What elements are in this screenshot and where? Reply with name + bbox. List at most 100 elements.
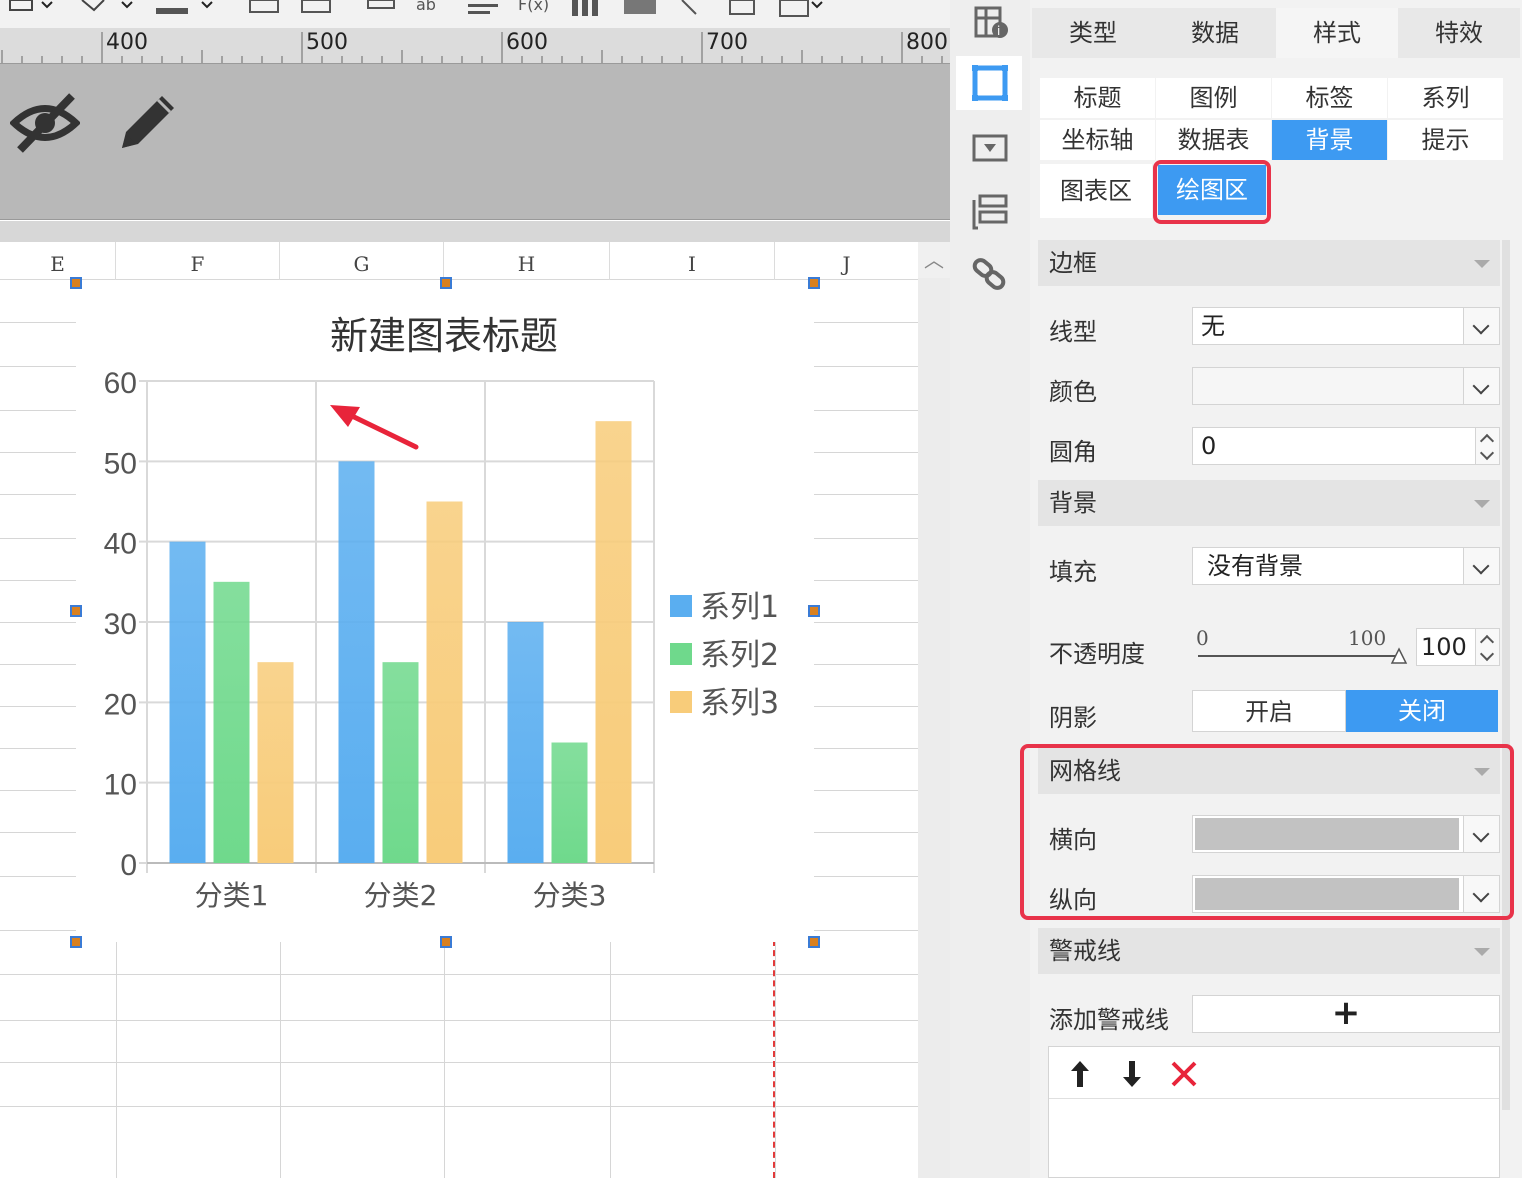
page-break-line	[773, 940, 775, 1178]
column-header-h[interactable]: H	[444, 242, 610, 280]
chart-title[interactable]: 新建图表标题	[330, 314, 558, 358]
resize-handle[interactable]	[808, 936, 820, 948]
shadow-off-button[interactable]: 关闭	[1346, 690, 1498, 732]
chevron-down-icon[interactable]	[1463, 368, 1499, 404]
opacity-value: 100	[1421, 633, 1467, 661]
section-background[interactable]: 背景	[1038, 480, 1500, 526]
grid-col-line	[610, 940, 611, 1178]
collapse-caret-icon[interactable]	[1474, 500, 1490, 508]
subtab-background[interactable]: 背景	[1272, 120, 1387, 160]
border-color-label: 颜色	[1049, 378, 1097, 406]
column-header-row: E F G H I J	[0, 242, 918, 280]
ruler: 400 500 600 700 800	[0, 28, 950, 64]
section-warning-title: 警戒线	[1049, 937, 1121, 965]
collapse-caret-icon[interactable]	[1474, 260, 1490, 268]
layout-icon[interactable]	[962, 186, 1018, 236]
column-header-i[interactable]: I	[610, 242, 775, 280]
highlight-box-gridlines	[1020, 744, 1514, 920]
resize-handle[interactable]	[808, 277, 820, 289]
grid-col-line	[775, 940, 776, 1178]
resize-handle[interactable]	[808, 605, 820, 617]
opacity-min: 0	[1196, 626, 1209, 650]
grid-col-line	[280, 940, 281, 1178]
legend-label[interactable]: 系列1	[700, 590, 779, 625]
subtab-tooltip[interactable]: 提示	[1388, 120, 1503, 160]
bar-3-1[interactable]	[257, 662, 294, 863]
opacity-max: 100	[1348, 626, 1387, 650]
chart-style-icon[interactable]	[962, 58, 1018, 108]
subtab-series[interactable]: 系列	[1388, 78, 1503, 118]
fill-select[interactable]: 没有背景	[1192, 547, 1500, 585]
tab-data[interactable]: 数据	[1154, 8, 1276, 58]
chart-object[interactable]: 新建图表标题 0 10 20 30 40 50 60 分类1 分类2 分类3 系列1 系列2 系列3	[76, 283, 814, 942]
bar-1-2[interactable]	[338, 461, 375, 863]
chevron-down-icon[interactable]	[1463, 548, 1499, 584]
resize-handle[interactable]	[70, 936, 82, 948]
opacity-label: 不透明度	[1049, 640, 1145, 668]
scroll-up-button[interactable]: ︿	[918, 242, 950, 278]
line-type-select[interactable]: 无	[1192, 307, 1500, 345]
bar-2-2[interactable]	[382, 662, 419, 863]
cell-info-icon[interactable]: i	[962, 0, 1018, 50]
fill-label: 填充	[1049, 558, 1097, 586]
tab-type[interactable]: 类型	[1032, 8, 1154, 58]
section-warning-line[interactable]: 警戒线	[1038, 928, 1500, 974]
y-tick-label: 0	[120, 849, 137, 882]
tab-chart-area[interactable]: 图表区	[1040, 164, 1152, 218]
subtab-title[interactable]: 标题	[1040, 78, 1155, 118]
bar-chart[interactable]: 新建图表标题 0 10 20 30 40 50 60 分类1 分类2 分类3 系列1 系列2 系列3	[76, 283, 814, 942]
subtab-axis[interactable]: 坐标轴	[1040, 120, 1155, 160]
tab-effects[interactable]: 特效	[1398, 8, 1520, 58]
subtab-datatable[interactable]: 数据表	[1156, 120, 1271, 160]
link-icon[interactable]	[962, 250, 1018, 300]
subtab-legend[interactable]: 图例	[1156, 78, 1271, 118]
ruler-mark: 400	[106, 30, 148, 55]
subtab-label[interactable]: 标签	[1272, 78, 1387, 118]
stepper-arrows-icon[interactable]	[1475, 629, 1499, 665]
legend-label[interactable]: 系列2	[700, 638, 779, 673]
bar-3-2[interactable]	[426, 501, 463, 864]
pencil-edit-icon[interactable]	[112, 90, 182, 156]
section-border[interactable]: 边框	[1038, 240, 1500, 286]
stepper-arrows-icon[interactable]	[1475, 428, 1499, 464]
shadow-label: 阴影	[1049, 704, 1097, 732]
bar-2-1[interactable]	[213, 581, 250, 863]
shadow-on-button[interactable]: 开启	[1192, 690, 1346, 732]
bar-2-3[interactable]	[551, 742, 588, 864]
border-color-picker[interactable]	[1192, 367, 1500, 405]
delete-icon[interactable]	[1169, 1059, 1199, 1089]
corner-radius-value: 0	[1201, 432, 1217, 460]
tab-style[interactable]: 样式	[1276, 8, 1398, 58]
legend-label[interactable]: 系列3	[700, 686, 779, 721]
resize-handle[interactable]	[70, 277, 82, 289]
opacity-stepper[interactable]: 100	[1416, 628, 1500, 666]
move-up-icon[interactable]	[1067, 1059, 1093, 1089]
x-tick-label: 分类3	[533, 879, 607, 912]
resize-handle[interactable]	[440, 277, 452, 289]
chevron-down-icon[interactable]	[1463, 308, 1499, 344]
column-header-j[interactable]: J	[775, 242, 918, 280]
bar-1-3[interactable]	[507, 622, 544, 863]
panel-scrollbar[interactable]	[1502, 240, 1510, 1110]
bar-1-1[interactable]	[169, 541, 206, 863]
move-down-icon[interactable]	[1119, 1059, 1145, 1089]
slider-thumb-icon[interactable]	[1390, 647, 1408, 665]
collapse-caret-icon[interactable]	[1474, 948, 1490, 956]
hide-eye-icon[interactable]	[10, 90, 80, 156]
legend-swatch	[670, 595, 692, 617]
column-header-g[interactable]: G	[280, 242, 444, 280]
opacity-slider-track[interactable]	[1198, 655, 1398, 657]
add-warning-button[interactable]: +	[1192, 995, 1500, 1033]
bar-3-3[interactable]	[595, 421, 632, 863]
corner-radius-stepper[interactable]: 0	[1192, 427, 1500, 465]
fill-value: 没有背景	[1207, 552, 1303, 580]
vertical-scrollbar[interactable]	[918, 278, 950, 1178]
x-tick-label: 分类1	[195, 879, 269, 912]
resize-handle[interactable]	[440, 936, 452, 948]
column-header-e[interactable]: E	[0, 242, 116, 280]
column-header-f[interactable]: F	[116, 242, 280, 280]
warning-line-list[interactable]	[1048, 1046, 1500, 1178]
toolbar-icons-row[interactable]: ab F(x)	[4, 0, 950, 18]
resize-handle[interactable]	[70, 605, 82, 617]
widget-icon[interactable]	[962, 122, 1018, 172]
